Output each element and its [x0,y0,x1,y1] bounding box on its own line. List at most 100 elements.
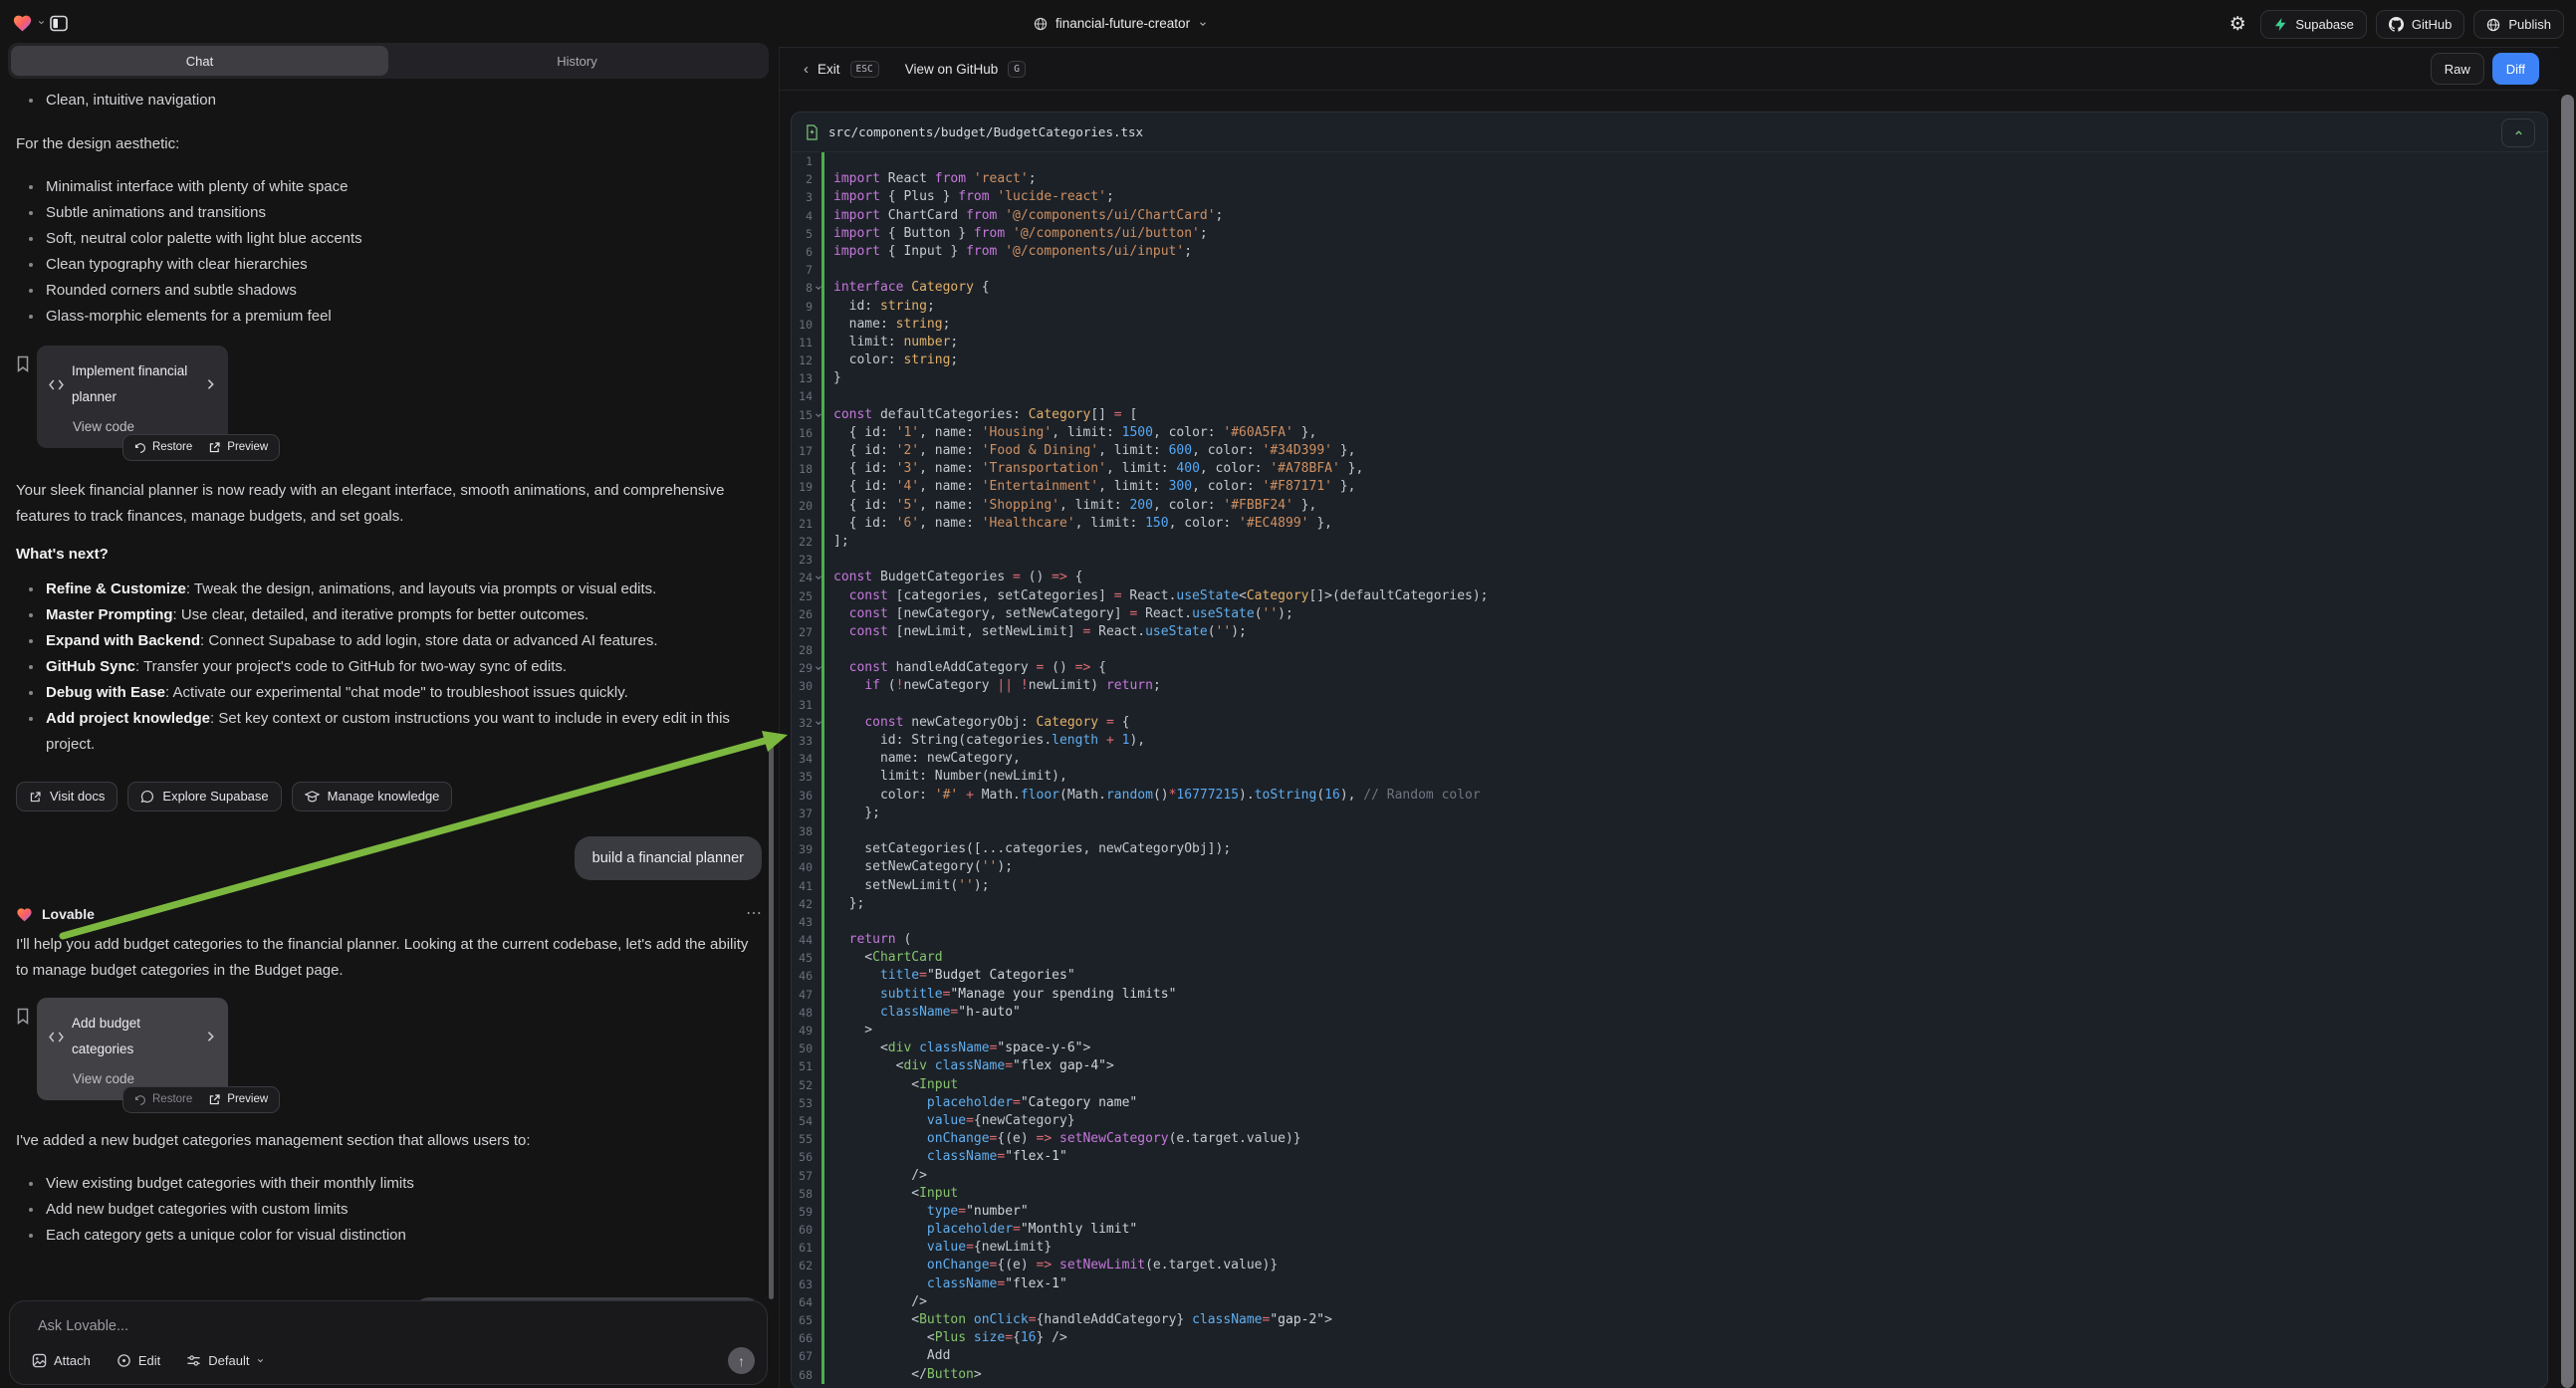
code-line: 9 id: string; [792,298,2547,316]
attach-button[interactable]: Attach [32,1353,91,1368]
publish-button[interactable]: Publish [2473,10,2564,39]
action-button-explore-supabase[interactable]: Explore Supabase [127,782,281,811]
preview-button[interactable]: Preview [208,1092,268,1107]
code-line: 37 }; [792,805,2547,822]
line-number: 40 [792,858,821,876]
version-card[interactable]: Add budget categoriesView codeRestorePre… [37,998,228,1100]
fold-chevron-down-icon[interactable] [815,284,822,292]
tab-history[interactable]: History [388,46,766,76]
chevron-right-icon[interactable] [206,378,216,390]
settings-button[interactable]: ⚙ [2224,11,2251,38]
line-number: 50 [792,1040,821,1057]
code-line-content: setCategories([...categories, newCategor… [821,840,1231,858]
code-line: 32 const newCategoryObj: Category = { [792,714,2547,732]
version-card[interactable]: Implement financial plannerView codeRest… [37,346,228,448]
code-line: 51 <div className="flex gap-4"> [792,1057,2547,1075]
message-menu-button[interactable]: ⋯ [746,901,762,927]
fold-chevron-down-icon[interactable] [815,664,822,672]
line-number: 52 [792,1076,821,1094]
supabase-button[interactable]: Supabase [2260,10,2367,39]
code-line: 19 { id: '4', name: 'Entertainment', lim… [792,478,2547,496]
sidebar-toggle-button[interactable] [46,11,72,36]
line-number: 63 [792,1275,821,1293]
github-label: GitHub [2412,17,2452,32]
code-line-content: <Input [821,1076,958,1094]
line-number: 10 [792,316,821,334]
top-bar: financial-future-creator ⚙ Supabase GitH… [0,0,2576,47]
code-line: 50 <div className="space-y-6"> [792,1040,2547,1057]
line-number: 4 [792,207,821,225]
code-line: 52 <Input [792,1076,2547,1094]
bullet-list: View existing budget categories with the… [16,1171,762,1249]
code-line: 63 className="flex-1" [792,1275,2547,1293]
code-line: 68 </Button> [792,1366,2547,1384]
code-line-content: }; [821,895,864,913]
chat-message-list: Clean, intuitive navigationFor the desig… [0,79,778,1300]
agent-name: Lovable [42,901,95,927]
code-line: 4import ChartCard from '@/components/ui/… [792,207,2547,225]
code-line: 56 className="flex-1" [792,1148,2547,1166]
send-button[interactable]: ↑ [728,1347,755,1374]
action-button-manage-knowledge[interactable]: Manage knowledge [292,782,453,811]
fold-chevron-down-icon[interactable] [815,719,822,727]
restore-button[interactable]: Restore [134,1092,192,1107]
line-number: 27 [792,623,821,641]
g-kbd: G [1008,61,1026,78]
version-card-toolbar: Restore Preview [122,434,280,461]
github-button[interactable]: GitHub [2376,10,2464,39]
collapse-file-button[interactable] [2501,118,2535,147]
chevron-down-icon [37,18,46,27]
tab-chat[interactable]: Chat [11,46,388,76]
view-on-github-link[interactable]: View on GitHub [905,62,999,77]
code-line-content: color: string; [821,351,958,369]
action-button-label: Manage knowledge [328,790,440,804]
code-line: 13} [792,369,2547,387]
lovable-logo[interactable] [12,13,46,32]
publish-label: Publish [2508,17,2551,32]
mode-select[interactable]: Default [186,1353,265,1368]
page-scrollbar-thumb[interactable] [2561,95,2574,1388]
fold-chevron-down-icon[interactable] [815,411,822,419]
prompt-input-box[interactable]: Ask Lovable... Attach Edit Default [9,1300,768,1385]
chat-paragraph: For the design aesthetic: [16,131,762,157]
project-switcher[interactable]: financial-future-creator [1034,0,1208,47]
chat-scrollbar-thumb[interactable] [769,734,774,1299]
code-viewer-header: ‹ Exit ESC View on GitHub G Raw Diff [780,48,2559,91]
code-line-content: className="flex-1" [821,1275,1067,1293]
code-line: 54 value={newCategory} [792,1112,2547,1130]
list-item-lead: Master Prompting [46,606,173,623]
restore-button[interactable]: Restore [134,440,192,455]
code-line-content: const [categories, setCategories] = Reac… [821,587,1489,605]
line-number: 33 [792,732,821,750]
raw-button[interactable]: Raw [2431,53,2484,85]
code-line: 45 <ChartCard [792,949,2547,967]
line-number: 48 [792,1004,821,1022]
preview-button[interactable]: Preview [208,440,268,455]
chevron-right-icon[interactable] [206,1031,216,1042]
line-number: 7 [792,261,821,279]
code-line-content: const [newCategory, setNewCategory] = Re… [821,605,1293,623]
code-icon [49,1032,64,1042]
code-line-content: <Input [821,1185,958,1203]
diff-button[interactable]: Diff [2492,53,2539,85]
line-number: 66 [792,1329,821,1347]
code-line-content: onChange={(e) => setNewCategory(e.target… [821,1130,1301,1148]
line-number: 68 [792,1366,821,1384]
line-number: 61 [792,1239,821,1257]
code-line: 26 const [newCategory, setNewCategory] =… [792,605,2547,623]
code-line-content: { id: '6', name: 'Healthcare', limit: 15… [821,515,1332,533]
edit-button[interactable]: Edit [117,1353,160,1368]
github-icon [2389,17,2404,32]
exit-button[interactable]: Exit [818,62,840,77]
code-line: 24const BudgetCategories = () => { [792,569,2547,586]
file-path-bar[interactable]: src/components/budget/BudgetCategories.t… [792,113,2547,152]
fold-chevron-down-icon[interactable] [815,574,822,581]
code-line-content: if (!newCategory || !newLimit) return; [821,677,1161,695]
code-line: 64 /> [792,1293,2547,1311]
code-line-content [821,387,833,405]
action-button-visit-docs[interactable]: Visit docs [16,782,117,811]
code-line-content: const [newLimit, setNewLimit] = React.us… [821,623,1247,641]
line-number: 59 [792,1203,821,1221]
line-number: 65 [792,1311,821,1329]
list-item: GitHub Sync: Transfer your project's cod… [16,654,762,680]
